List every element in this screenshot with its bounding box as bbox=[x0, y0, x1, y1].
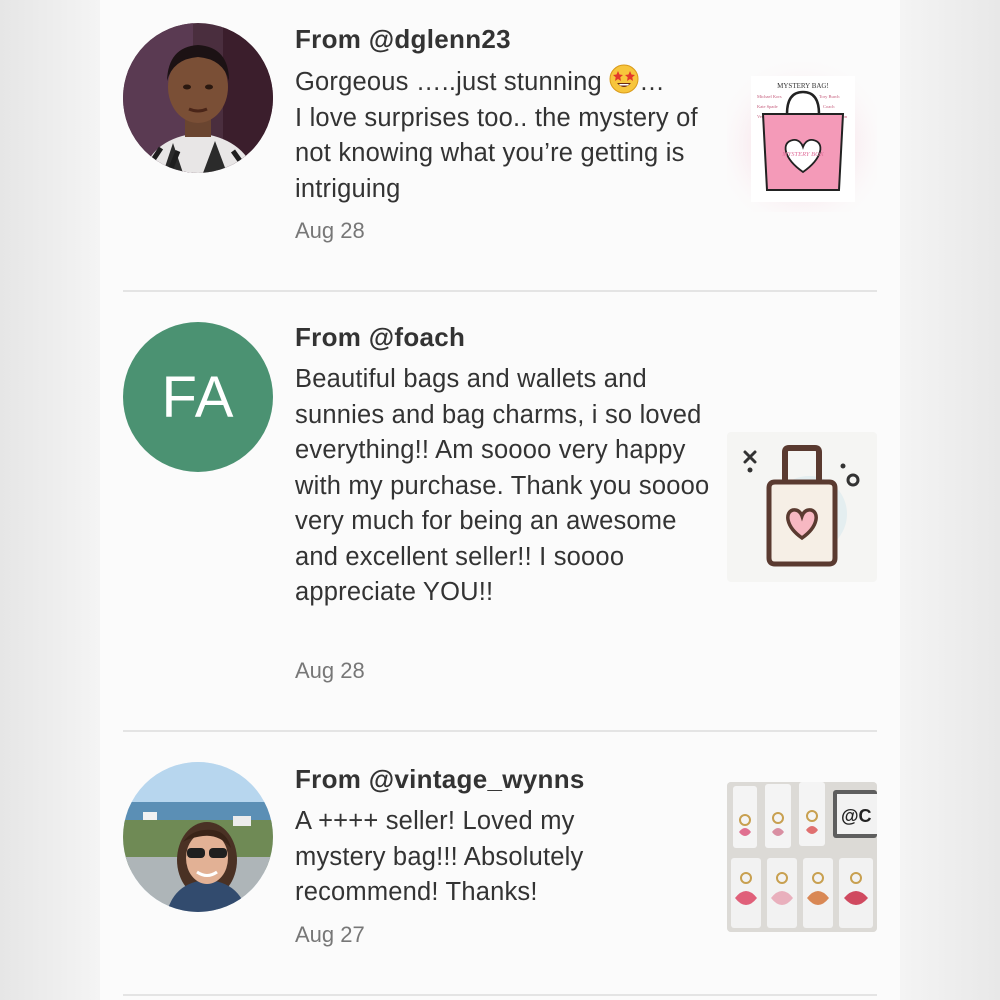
review-author[interactable]: From @vintage_wynns bbox=[295, 764, 585, 795]
review-date: Aug 27 bbox=[295, 922, 365, 947]
review-author[interactable]: From @dglenn23 bbox=[295, 24, 511, 55]
review-text-rest: I love surprises too.. the mystery of no… bbox=[295, 103, 698, 203]
thumb-brand: Coach bbox=[823, 104, 835, 109]
thumb-title: MYSTERY BAG! bbox=[777, 82, 829, 90]
divider bbox=[123, 994, 877, 996]
avatar[interactable] bbox=[123, 23, 273, 173]
review-author[interactable]: From @foach bbox=[295, 322, 465, 353]
reviews-panel: From @dglenn23 Gorgeous …..just stunning… bbox=[100, 0, 900, 1000]
review-item: From @dglenn23 Gorgeous …..just stunning… bbox=[123, 0, 877, 292]
avatar-photo bbox=[123, 762, 273, 912]
thumb-brand: Michael Kors bbox=[757, 94, 782, 99]
thumb-brand: Kate Spade bbox=[757, 104, 778, 109]
left-margin bbox=[0, 0, 100, 1000]
tote-bag-heart-icon bbox=[743, 445, 860, 567]
review-item: From @vintage_wynns A ++++ seller! Loved… bbox=[123, 732, 877, 1000]
listing-thumbnail[interactable]: MYSTERY BAG! Michael Kors Kate Spade Ver… bbox=[727, 62, 877, 212]
mystery-bag-image: MYSTERY BAG! Michael Kors Kate Spade Ver… bbox=[727, 62, 877, 212]
review-text: Beautiful bags and wallets and sunnies a… bbox=[295, 365, 710, 606]
review-text-start: Gorgeous …..just stunning bbox=[295, 68, 602, 96]
bag-charms-image: @C bbox=[727, 782, 877, 932]
listing-thumbnail[interactable] bbox=[727, 432, 877, 582]
review-text: A ++++ seller! Loved my mystery bag!!! A… bbox=[295, 807, 584, 906]
thumb-bag-label: MYSTERY BOX bbox=[781, 151, 825, 158]
review-date: Aug 28 bbox=[295, 218, 365, 243]
avatar-photo bbox=[123, 23, 273, 173]
avatar[interactable]: FA bbox=[123, 322, 273, 472]
listing-thumbnail[interactable]: @C bbox=[727, 782, 877, 932]
thumb-sign-text: @C bbox=[841, 806, 872, 826]
review-date: Aug 28 bbox=[295, 658, 365, 683]
thumb-brand: Tory Burch bbox=[819, 94, 840, 99]
avatar-initials: FA bbox=[161, 364, 235, 430]
star-struck-emoji bbox=[609, 64, 639, 94]
avatar[interactable] bbox=[123, 762, 273, 912]
review-text-ellipsis: … bbox=[639, 68, 665, 96]
review-item: FA From @foach Beautiful bags and wallet… bbox=[123, 292, 877, 732]
right-margin bbox=[900, 0, 1000, 1000]
review-text: Gorgeous …..just stunning … I love surpr… bbox=[295, 64, 715, 207]
